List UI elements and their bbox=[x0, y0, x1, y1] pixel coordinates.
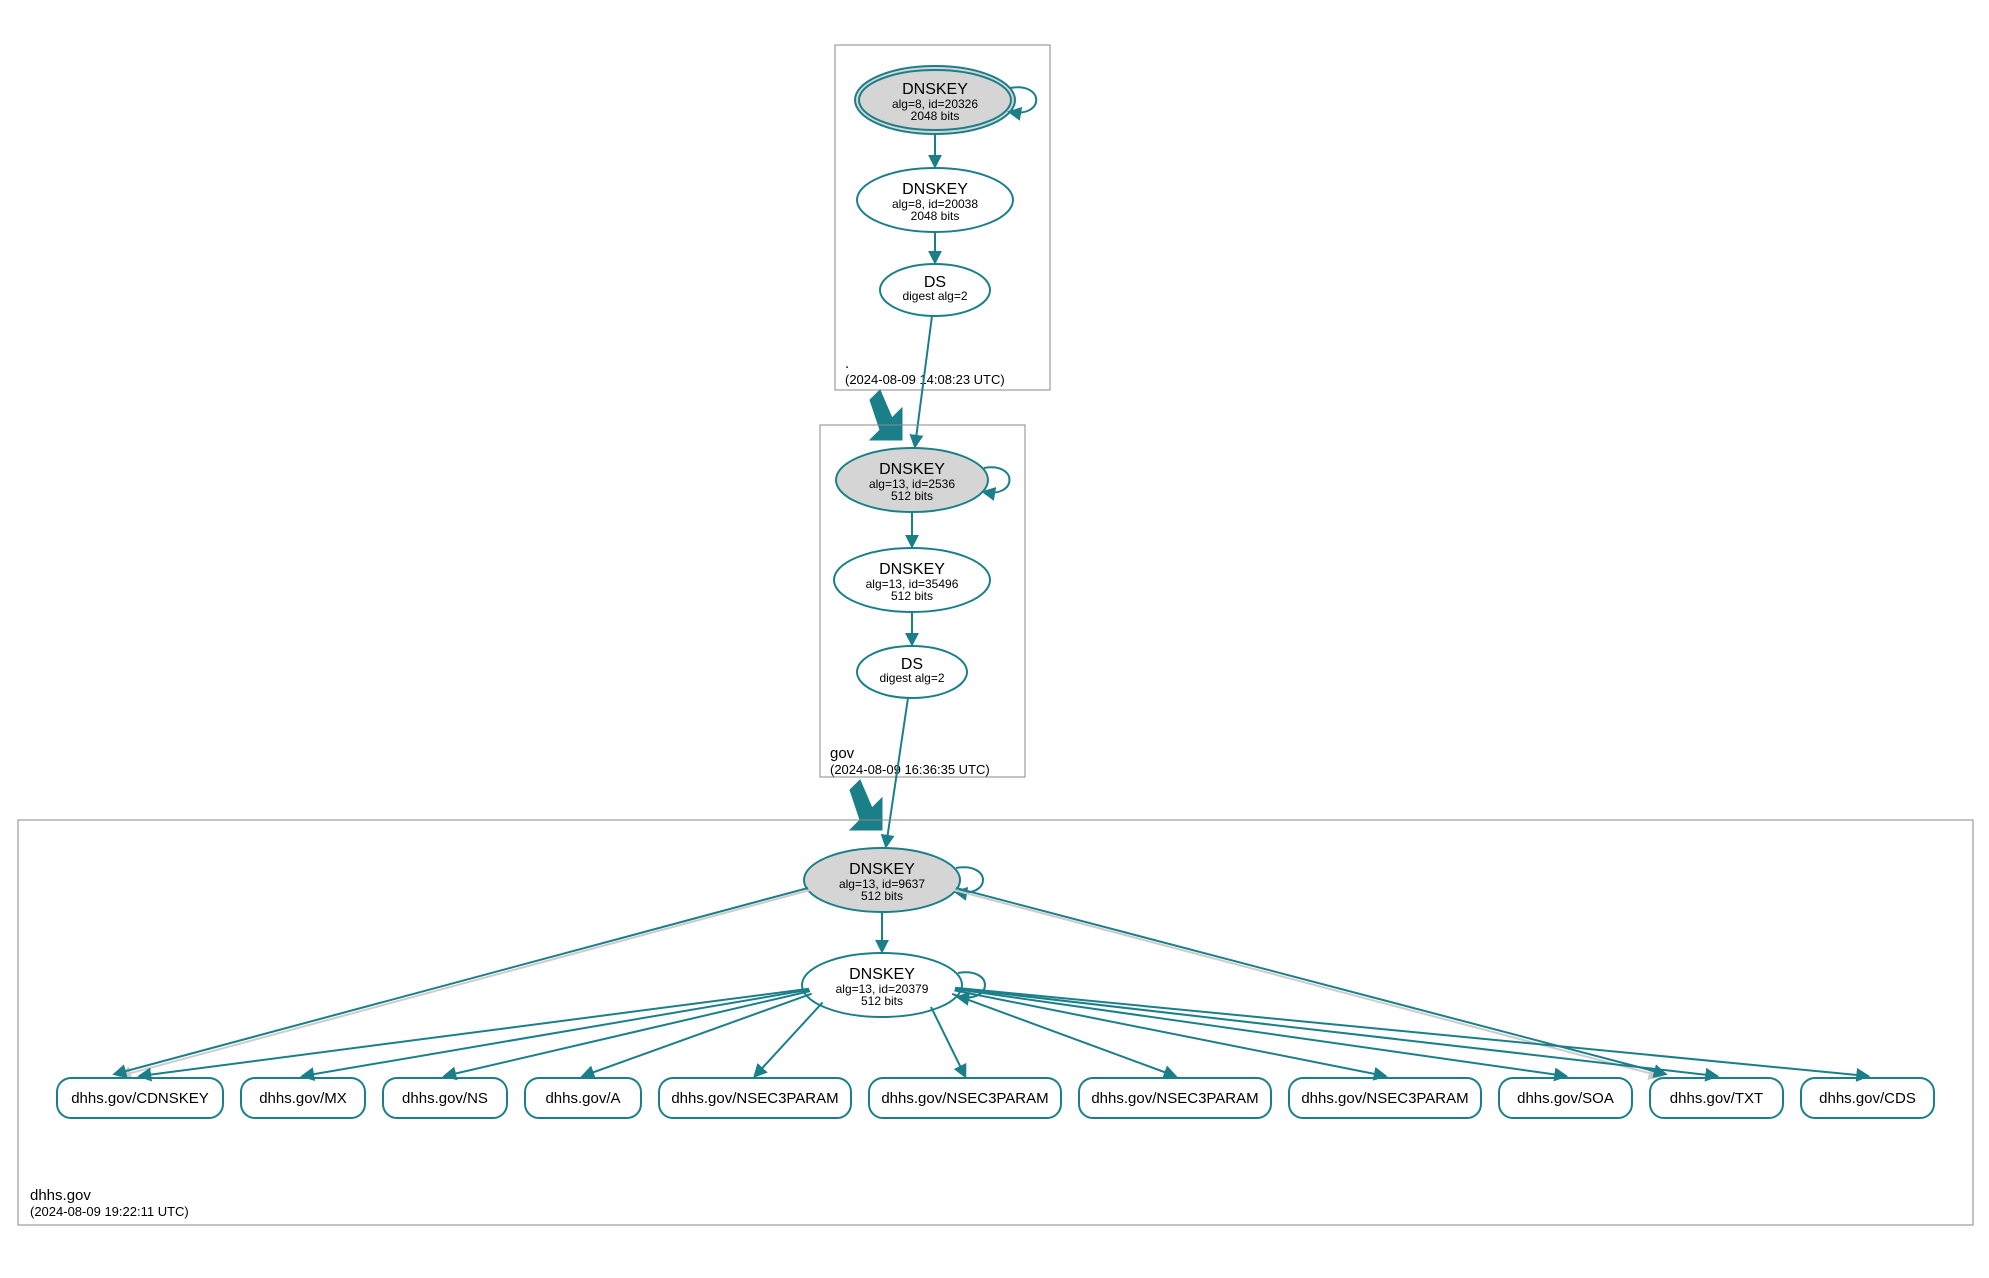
svg-text:2048 bits: 2048 bits bbox=[911, 209, 960, 223]
node-dhhs-zsk: DNSKEY alg=13, id=20379 512 bits bbox=[802, 953, 962, 1017]
zone-gov-ts: (2024-08-09 16:36:35 UTC) bbox=[830, 762, 990, 777]
svg-text:512 bits: 512 bits bbox=[891, 589, 933, 603]
rrset-label: dhhs.gov/TXT bbox=[1670, 1090, 1763, 1107]
node-gov-ksk: DNSKEY alg=13, id=2536 512 bits bbox=[836, 448, 988, 512]
node-gov-zsk: DNSKEY alg=13, id=35496 512 bits bbox=[834, 548, 990, 612]
node-dhhs-ksk: DNSKEY alg=13, id=9637 512 bits bbox=[804, 848, 960, 912]
svg-text:512 bits: 512 bits bbox=[861, 889, 903, 903]
zone-dhhs: dhhs.gov (2024-08-09 19:22:11 UTC) DNSKE… bbox=[18, 820, 1973, 1225]
rrset-label: dhhs.gov/SOA bbox=[1517, 1090, 1614, 1107]
zone-root-label: . bbox=[845, 355, 849, 372]
svg-text:512 bits: 512 bits bbox=[891, 489, 933, 503]
rrset-label: dhhs.gov/CDS bbox=[1819, 1090, 1916, 1107]
svg-text:DNSKEY: DNSKEY bbox=[902, 181, 968, 198]
transition-arrow-gov-dhhs bbox=[850, 780, 882, 830]
dnssec-diagram: . (2024-08-09 14:08:23 UTC) DNSKEY alg=8… bbox=[0, 0, 1989, 1278]
svg-text:digest alg=2: digest alg=2 bbox=[902, 289, 967, 303]
svg-text:DNSKEY: DNSKEY bbox=[849, 966, 915, 983]
zone-dhhs-label: dhhs.gov bbox=[30, 1187, 91, 1204]
zone-gov: gov (2024-08-09 16:36:35 UTC) DNSKEY alg… bbox=[820, 425, 1025, 777]
zone-dhhs-ts: (2024-08-09 19:22:11 UTC) bbox=[30, 1204, 189, 1219]
rrset-label: dhhs.gov/A bbox=[545, 1090, 620, 1107]
zone-gov-label: gov bbox=[830, 745, 855, 762]
rrset-label: dhhs.gov/CDNSKEY bbox=[71, 1090, 209, 1107]
rrset-label: dhhs.gov/MX bbox=[259, 1090, 347, 1107]
rrset-label: dhhs.gov/NSEC3PARAM bbox=[671, 1090, 838, 1107]
rrset-label: dhhs.gov/NSEC3PARAM bbox=[881, 1090, 1048, 1107]
rrsets: dhhs.gov/CDNSKEY dhhs.gov/MX dhhs.gov/NS dh… bbox=[57, 1078, 1934, 1118]
rrset-label: dhhs.gov/NSEC3PARAM bbox=[1091, 1090, 1258, 1107]
node-root-zsk: DNSKEY alg=8, id=20038 2048 bits bbox=[857, 168, 1013, 232]
zone-root: . (2024-08-09 14:08:23 UTC) DNSKEY alg=8… bbox=[835, 45, 1050, 390]
svg-text:DNSKEY: DNSKEY bbox=[849, 861, 915, 878]
svg-text:DNSKEY: DNSKEY bbox=[879, 461, 945, 478]
svg-text:2048 bits: 2048 bits bbox=[911, 109, 960, 123]
svg-text:512 bits: 512 bits bbox=[861, 994, 903, 1008]
rrset-label: dhhs.gov/NSEC3PARAM bbox=[1301, 1090, 1468, 1107]
svg-text:DNSKEY: DNSKEY bbox=[902, 81, 968, 98]
transition-arrow-root-gov bbox=[870, 390, 902, 440]
svg-text:DNSKEY: DNSKEY bbox=[879, 561, 945, 578]
rrset-label: dhhs.gov/NS bbox=[402, 1090, 488, 1107]
node-root-ksk: DNSKEY alg=8, id=20326 2048 bits bbox=[855, 66, 1015, 134]
svg-text:digest alg=2: digest alg=2 bbox=[879, 671, 944, 685]
node-gov-ds: DS digest alg=2 bbox=[857, 646, 967, 698]
node-root-ds: DS digest alg=2 bbox=[880, 264, 990, 316]
